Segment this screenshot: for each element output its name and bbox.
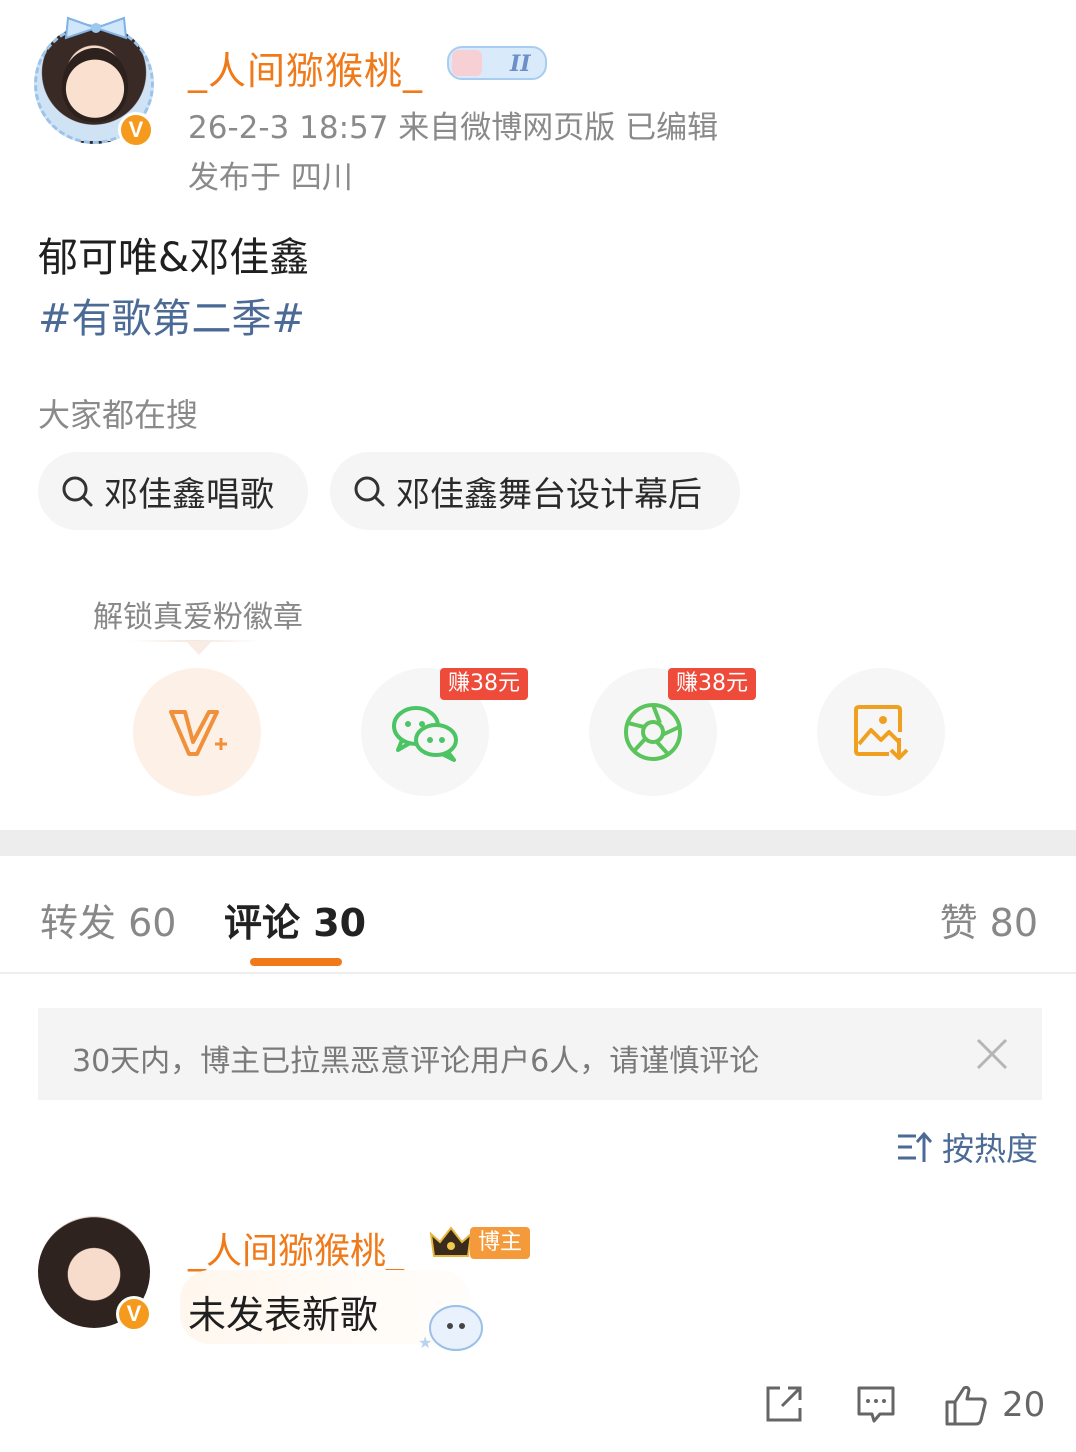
bow-decoration-icon (64, 16, 128, 40)
user-level-badge-icon[interactable]: II (446, 44, 548, 82)
search-icon (354, 476, 385, 507)
svg-text:★: ★ (418, 1333, 432, 1352)
post-body: 郁可唯&邓佳鑫 (38, 235, 310, 281)
thumbs-up-icon (945, 1385, 987, 1426)
earn-badge: 赚38元 (668, 668, 756, 700)
unlock-badge-label: 解锁真爱粉徽章 (93, 600, 303, 635)
search-chip[interactable]: 邓佳鑫唱歌 (38, 452, 308, 530)
search-chip[interactable]: 邓佳鑫舞台设计幕后 (330, 452, 740, 530)
author-avatar[interactable]: V (34, 16, 158, 148)
v-plus-button[interactable] (133, 668, 261, 796)
tabs-divider (0, 972, 1076, 974)
sort-label: 按热度 (941, 1130, 1038, 1168)
tab-comment[interactable]: 评论 30 (224, 892, 366, 947)
earn-badge: 赚38元 (440, 668, 528, 700)
tooltip-pointer (186, 641, 212, 655)
comment-text: 未发表新歌 (188, 1293, 379, 1337)
crown-icon (429, 1226, 473, 1257)
share-icon (766, 1386, 802, 1422)
sort-button[interactable]: 按热度 (896, 1124, 1038, 1170)
comment-reply-button[interactable] (856, 1384, 896, 1428)
tab-repost[interactable]: 转发 60 (40, 892, 176, 947)
search-chip-label: 邓佳鑫舞台设计幕后 (396, 474, 702, 515)
verified-icon: V (116, 1296, 152, 1332)
search-section-title: 大家都在搜 (38, 396, 199, 434)
comment-share-button[interactable] (764, 1384, 804, 1428)
verified-icon: V (118, 112, 154, 148)
notice-text: 30天内，博主已拉黑恶意评论用户6人，请谨慎评论 (72, 1044, 760, 1079)
post-meta: 26-2-3 18:57 来自微博网页版 已编辑 (188, 110, 719, 146)
search-chip-label: 邓佳鑫唱歌 (104, 474, 274, 515)
search-icon (62, 476, 93, 507)
comment-notice-banner: 30天内，博主已拉黑恶意评论用户6人，请谨慎评论 (38, 1008, 1042, 1100)
host-badge: 博主 (470, 1227, 531, 1259)
hashtag-link[interactable]: #有歌第二季# (38, 286, 305, 344)
svg-text:II: II (509, 51, 531, 77)
bubble-sticker-icon: ★ (418, 1305, 483, 1352)
sort-icon (897, 1131, 932, 1162)
moments-icon (624, 703, 682, 761)
v-plus-icon (169, 710, 227, 756)
wechat-icon (392, 706, 458, 762)
section-divider (0, 830, 1076, 856)
commenter-name[interactable]: _人间猕猴桃_ (188, 1222, 404, 1274)
like-count: 20 (1002, 1385, 1046, 1425)
comment-icon (857, 1386, 895, 1423)
save-image-button[interactable] (817, 668, 945, 796)
avatar-image (62, 48, 128, 122)
tab-like[interactable]: 赞 80 (940, 892, 1038, 947)
active-tab-indicator (250, 958, 342, 966)
close-icon[interactable] (974, 1036, 1010, 1072)
author-name[interactable]: _人间猕猴桃_ (188, 40, 423, 95)
comment-like-button[interactable]: 20 (944, 1384, 1045, 1426)
save-image-icon (854, 705, 909, 760)
post-location: 发布于 四川 (188, 160, 353, 196)
